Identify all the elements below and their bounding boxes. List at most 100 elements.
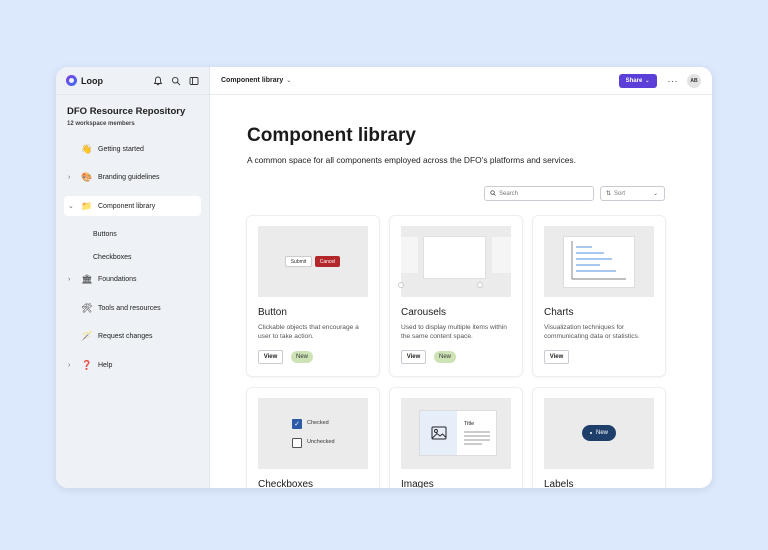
sidebar-item-label: Request changes [98,333,153,340]
app-window: Loop DFO Resource Repository 12 workspac… [56,67,712,488]
sidebar-item-branding-guidelines[interactable]: › 🎨 Branding guidelines [64,168,201,188]
sidebar-item-label: Tools and resources [98,304,161,312]
component-card-images[interactable]: Title Images [390,388,522,488]
card-title: Images [401,479,434,488]
view-button[interactable]: View [258,350,283,364]
loop-logo-icon [66,75,77,86]
card-description: Used to display multiple items within th… [401,324,507,340]
new-label-pill: New [582,425,616,441]
search-input[interactable]: Search [484,186,594,201]
image-card-title: Title [464,421,475,427]
carousel-preview [398,226,511,297]
carousel-slide-right [492,237,511,273]
sidebar-item-label: Foundations [98,276,137,283]
carousel-prev-icon [398,282,404,288]
waving-hand-icon: 👋 [81,143,93,154]
search-icon [490,189,496,198]
new-label-text: New [595,430,608,436]
sidebar-item-foundations[interactable]: › 🏛 Foundations [64,270,201,290]
chart-preview-panel [564,237,634,287]
sidebar-item-label: Branding guidelines [98,174,160,181]
cancel-button-preview: Cancel [315,256,340,267]
sidebar-item-label: Getting started [98,145,144,153]
workspace-title: DFO Resource Repository [67,106,186,117]
checkbox-preview: ✓ Checked Unchecked [258,398,368,469]
chevron-right-icon[interactable]: › [68,362,70,369]
breadcrumb[interactable]: Component library [221,77,283,84]
button-preview: Submit Cancel [258,226,368,297]
chevron-down-icon[interactable]: ⌄ [286,77,291,84]
submit-button-preview: Submit [285,256,312,267]
unchecked-label: Unchecked [307,439,335,445]
sidebar-item-label: Help [98,361,113,369]
line-chart-icon [571,241,626,280]
carousel-slide-main [424,237,485,278]
chevron-down-icon: ⌄ [645,77,650,84]
image-preview: Title [401,398,511,469]
workspace-members[interactable]: 12 workspace members [67,121,209,127]
avatar[interactable]: AB [687,73,701,88]
view-button[interactable]: View [544,350,569,364]
chevron-right-icon[interactable]: › [68,174,70,181]
sort-dropdown[interactable]: ⇅ Sort ⌄ [600,186,665,201]
card-title: Charts [544,307,574,318]
label-preview: New [544,398,654,469]
image-thumbnail [420,411,457,455]
unchecked-checkbox-icon [292,438,302,448]
new-badge: New [434,351,456,363]
share-label: Share [625,77,643,84]
card-title: Carousels [401,307,447,318]
card-title: Button [258,307,287,318]
more-options-icon[interactable]: ··· [668,76,679,86]
card-title: Checkboxes [258,479,314,488]
component-card-checkboxes[interactable]: ✓ Checked Unchecked Checkboxes [247,388,379,488]
panel-icon[interactable] [188,75,199,86]
text-line [464,435,490,437]
search-placeholder: Search [499,190,519,197]
palette-icon: 🎨 [81,172,93,182]
sidebar-item-help[interactable]: › ❓ Help [64,355,201,375]
sidebar-subitem-checkboxes[interactable]: Checkboxes [64,247,201,267]
chevron-down-icon[interactable]: ⌄ [68,202,74,210]
sidebar-subitem-buttons[interactable]: Buttons [64,225,201,245]
chart-preview [544,226,654,297]
bell-icon[interactable] [152,75,163,86]
checked-checkbox-icon: ✓ [292,419,302,429]
card-title: Labels [544,479,574,488]
folder-icon: 📁 [81,200,93,211]
text-line [464,443,482,445]
dot-icon [589,432,592,434]
sidebar: Loop DFO Resource Repository 12 workspac… [56,67,210,488]
classical-building-icon: 🏛 [81,274,93,284]
sidebar-item-label: Component library [98,202,156,210]
checked-label: Checked [307,420,329,426]
carousel-next-icon [477,282,483,288]
component-card-charts[interactable]: Charts Visualization techniques for comm… [533,216,665,376]
component-card-carousels[interactable]: Carousels Used to display multiple items… [390,216,522,376]
text-line [464,439,490,441]
sort-label: Sort [614,190,626,197]
chevron-down-icon: ⌄ [652,191,658,197]
carousel-slide-left [401,237,418,273]
image-icon [431,426,446,440]
component-card-button[interactable]: Submit Cancel Button Clickable objects t… [247,216,379,376]
sort-icon: ⇅ [606,191,612,197]
sidebar-item-component-library[interactable]: ⌄ 📁 Component library [64,196,201,216]
sidebar-header: Loop [56,67,209,95]
sidebar-nav: 👋 Getting started › 🎨 Branding guideline… [56,139,209,375]
chevron-right-icon[interactable]: › [68,276,70,283]
share-button[interactable]: Share ⌄ [618,73,657,88]
sidebar-item-request-changes[interactable]: 🪄 Request changes [64,327,201,347]
component-card-labels[interactable]: New Labels [533,388,665,488]
page-title: Component library [247,125,416,146]
search-icon[interactable] [170,75,181,86]
image-card-preview: Title [420,411,496,455]
main-content: Component library ⌄ Share ⌄ ··· AB Compo… [210,67,712,488]
magic-wand-icon: 🪄 [81,331,93,341]
page-description: A common space for all components employ… [247,155,576,165]
sidebar-item-getting-started[interactable]: 👋 Getting started [64,139,201,159]
tools-icon: 🛠 [81,302,93,313]
view-button[interactable]: View [401,350,426,364]
sidebar-item-tools-and-resources[interactable]: 🛠 Tools and resources [64,298,201,318]
top-bar: Component library ⌄ Share ⌄ ··· AB [210,67,712,95]
